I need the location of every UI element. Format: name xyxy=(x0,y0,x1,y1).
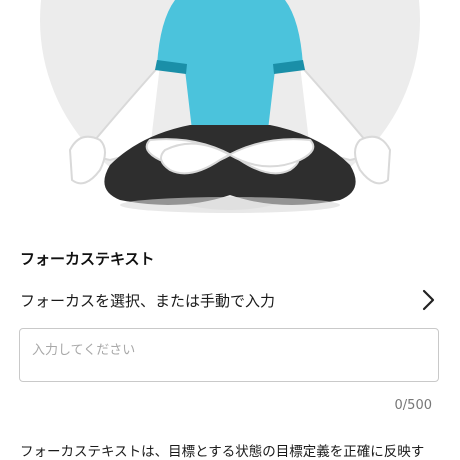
focus-selector-label: フォーカスを選択、または手動で入力 xyxy=(20,291,276,310)
chevron-right-icon xyxy=(418,288,438,312)
meditation-illustration xyxy=(0,0,460,225)
focus-text-input[interactable] xyxy=(19,328,439,382)
focus-selector[interactable]: フォーカスを選択、または手動で入力 xyxy=(0,280,460,320)
character-counter: 0/500 xyxy=(394,398,432,413)
section-title: フォーカステキスト xyxy=(20,250,155,268)
meditation-figure-icon xyxy=(40,0,420,213)
description-text: フォーカステキストは、目標とする状態の目標定義を正確に反映す xyxy=(20,444,425,460)
